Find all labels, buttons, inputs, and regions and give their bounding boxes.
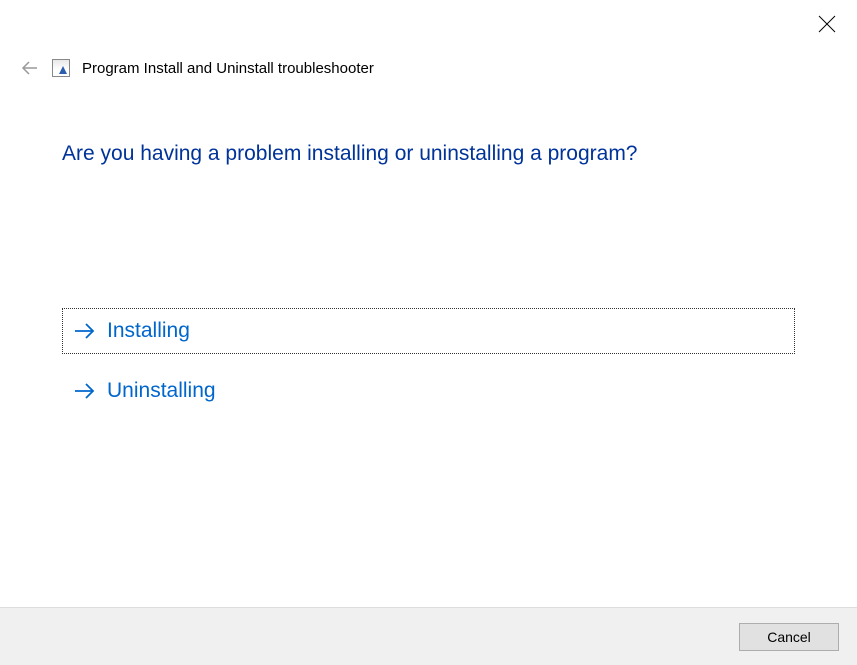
back-button[interactable] bbox=[20, 58, 40, 78]
close-icon bbox=[818, 15, 836, 33]
footer: Cancel bbox=[0, 607, 857, 665]
arrow-right-icon bbox=[73, 381, 97, 401]
app-title: Program Install and Uninstall troublesho… bbox=[82, 60, 374, 77]
titlebar bbox=[0, 0, 857, 40]
troubleshooter-icon bbox=[52, 59, 70, 77]
options-list: Installing Uninstalling bbox=[62, 308, 795, 414]
arrow-right-icon bbox=[73, 321, 97, 341]
option-uninstalling[interactable]: Uninstalling bbox=[62, 368, 795, 414]
cancel-button[interactable]: Cancel bbox=[739, 623, 839, 651]
page-heading: Are you having a problem installing or u… bbox=[62, 142, 795, 166]
troubleshooter-window: Program Install and Uninstall troublesho… bbox=[0, 0, 857, 665]
header-row: Program Install and Uninstall troublesho… bbox=[0, 40, 857, 78]
content-area: Are you having a problem installing or u… bbox=[0, 78, 857, 607]
option-label: Installing bbox=[107, 319, 190, 343]
option-installing[interactable]: Installing bbox=[62, 308, 795, 354]
back-arrow-icon bbox=[20, 58, 40, 78]
option-label: Uninstalling bbox=[107, 379, 216, 403]
close-button[interactable] bbox=[817, 14, 837, 34]
